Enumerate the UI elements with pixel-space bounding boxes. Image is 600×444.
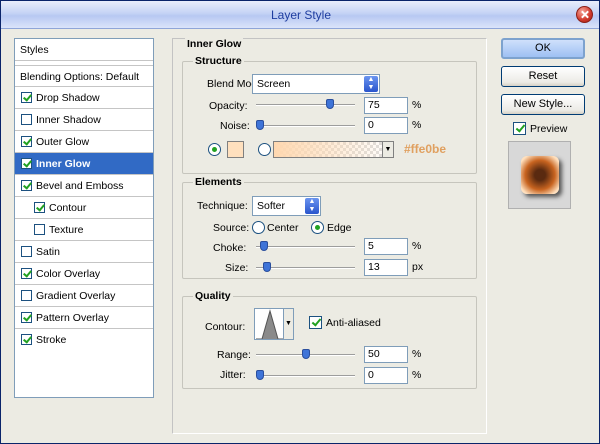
slider-thumb[interactable] (302, 349, 310, 359)
title-bar[interactable]: Layer Style (1, 1, 599, 29)
noise-label: Noise: (220, 120, 250, 132)
sidebar-item-drop-shadow[interactable]: Drop Shadow (15, 87, 153, 109)
elements-group: Elements Technique: Softer ▲ ▼ Source: Ce… (182, 176, 477, 279)
pattern-overlay-checkbox[interactable] (21, 312, 32, 323)
layer-style-dialog: Layer Style Styles Blending Options: Def… (0, 0, 600, 444)
blend-mode-select[interactable]: Screen ▲ ▼ (252, 74, 380, 94)
glow-color-swatch[interactable] (227, 141, 244, 158)
drop-shadow-checkbox[interactable] (21, 92, 32, 103)
structure-title: Structure (193, 55, 244, 67)
source-edge-radio[interactable] (311, 221, 324, 234)
opacity-label: Opacity: (209, 100, 248, 112)
ok-button[interactable]: OK (501, 38, 585, 59)
range-unit: % (412, 348, 422, 360)
source-edge-label: Edge (327, 222, 352, 234)
opacity-slider[interactable] (256, 99, 355, 111)
updown-icon: ▲ ▼ (364, 76, 378, 92)
choke-slider[interactable] (256, 241, 355, 253)
sidebar-item-inner-glow[interactable]: Inner Glow (15, 153, 153, 175)
sidebar-item-inner-shadow[interactable]: Inner Shadow (15, 109, 153, 131)
sidebar-item-blending-options[interactable]: Blending Options: Default (15, 65, 153, 87)
sidebar-item-bevel-emboss[interactable]: Bevel and Emboss (15, 175, 153, 197)
jitter-label: Jitter: (220, 369, 246, 381)
sidebar-item-texture[interactable]: Texture (15, 219, 153, 241)
color-hex-label: #ffe0be (404, 142, 447, 156)
noise-slider[interactable] (256, 120, 355, 132)
sidebar-item-color-overlay[interactable]: Color Overlay (15, 263, 153, 285)
noise-input[interactable]: 0 (364, 117, 408, 134)
choke-input[interactable]: 5 (364, 238, 408, 255)
dropdown-arrow-icon[interactable]: ▼ (283, 309, 293, 339)
inner-shadow-checkbox[interactable] (21, 114, 32, 125)
reset-button[interactable]: Reset (501, 66, 585, 87)
size-slider[interactable] (256, 262, 355, 274)
slider-thumb[interactable] (256, 120, 264, 130)
gradient-radio[interactable] (258, 143, 271, 156)
slider-thumb[interactable] (326, 99, 334, 109)
inner-glow-checkbox[interactable] (21, 158, 32, 169)
sidebar-item-stroke[interactable]: Stroke (15, 329, 153, 351)
size-input[interactable]: 13 (364, 259, 408, 276)
sidebar-item-gradient-overlay[interactable]: Gradient Overlay (15, 285, 153, 307)
noise-unit: % (412, 119, 422, 131)
range-label: Range: (217, 349, 251, 361)
source-center-label: Center (267, 222, 299, 234)
contour-picker[interactable]: ▼ (254, 308, 294, 340)
dropdown-arrow-icon[interactable]: ▼ (382, 142, 393, 157)
range-input[interactable]: 50 (364, 346, 408, 363)
new-style-button[interactable]: New Style... (501, 94, 585, 115)
sidebar-item-pattern-overlay[interactable]: Pattern Overlay (15, 307, 153, 329)
contour-label: Contour: (205, 321, 246, 333)
preview-swatch-icon (521, 156, 559, 194)
window-title: Layer Style (270, 8, 332, 22)
slider-thumb[interactable] (260, 241, 268, 251)
gradient-overlay-checkbox[interactable] (21, 290, 32, 301)
inner-glow-panel: Inner Glow Structure Blend Mode: Screen … (172, 38, 487, 434)
close-icon[interactable] (576, 6, 593, 23)
solid-color-radio[interactable] (208, 143, 221, 156)
texture-checkbox[interactable] (34, 224, 45, 235)
contour-preview-icon (256, 309, 284, 339)
source-label: Source: (213, 222, 250, 234)
jitter-slider[interactable] (256, 370, 355, 382)
panel-title: Inner Glow (185, 38, 244, 50)
elements-title: Elements (193, 176, 244, 188)
preview-checkbox[interactable] (513, 122, 526, 135)
structure-group: Structure Blend Mode: Screen ▲ ▼ Opacity:… (182, 55, 477, 174)
slider-thumb[interactable] (263, 262, 271, 272)
slider-thumb[interactable] (256, 370, 264, 380)
size-label: Size: (225, 262, 249, 274)
updown-icon: ▲ ▼ (305, 198, 319, 214)
choke-label: Choke: (213, 242, 247, 254)
source-center-radio[interactable] (252, 221, 265, 234)
gradient-picker[interactable]: ▼ (273, 141, 394, 158)
styles-list: Styles Blending Options: Default Drop Sh… (14, 38, 154, 398)
contour-checkbox[interactable] (34, 202, 45, 213)
choke-unit: % (412, 240, 422, 252)
satin-checkbox[interactable] (21, 246, 32, 257)
stroke-checkbox[interactable] (21, 334, 32, 345)
range-slider[interactable] (256, 349, 355, 361)
anti-aliased-label: Anti-aliased (326, 317, 381, 329)
technique-label: Technique: (197, 200, 248, 212)
size-unit: px (412, 261, 424, 273)
outer-glow-checkbox[interactable] (21, 136, 32, 147)
opacity-unit: % (412, 99, 422, 111)
quality-title: Quality (193, 290, 233, 302)
sidebar-item-styles[interactable]: Styles (15, 39, 153, 61)
opacity-input[interactable]: 75 (364, 97, 408, 114)
jitter-unit: % (412, 369, 422, 381)
anti-aliased-checkbox[interactable] (309, 316, 322, 329)
sidebar-item-satin[interactable]: Satin (15, 241, 153, 263)
quality-group: Quality Contour: ▼ Anti-aliased Range: 5… (182, 290, 477, 389)
color-overlay-checkbox[interactable] (21, 268, 32, 279)
style-preview (508, 141, 571, 209)
jitter-input[interactable]: 0 (364, 367, 408, 384)
sidebar-item-outer-glow[interactable]: Outer Glow (15, 131, 153, 153)
technique-select[interactable]: Softer ▲ ▼ (252, 196, 321, 216)
sidebar-item-contour[interactable]: Contour (15, 197, 153, 219)
bevel-emboss-checkbox[interactable] (21, 180, 32, 191)
preview-label: Preview (530, 123, 568, 135)
